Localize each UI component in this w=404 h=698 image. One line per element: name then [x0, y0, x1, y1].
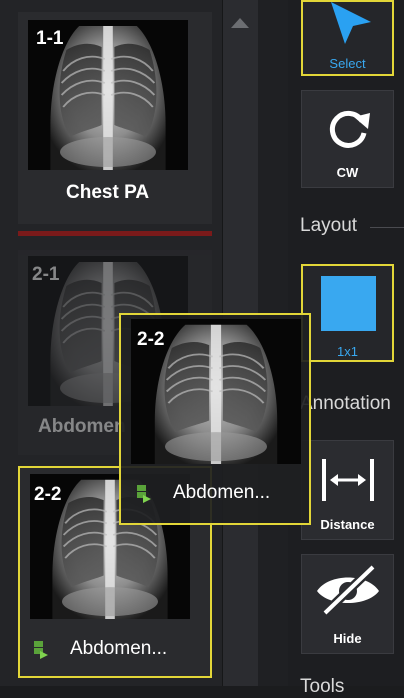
scroll-up-arrow-icon[interactable]: [231, 18, 249, 28]
select-arrow-icon: [331, 2, 371, 44]
cw-label: CW: [336, 165, 359, 180]
layout-1x1-label: 1x1: [337, 344, 358, 359]
thumbnail-1-1[interactable]: 1-1 Chest PA: [18, 12, 212, 224]
series-icon: [137, 485, 153, 503]
distance-label: Distance: [320, 517, 375, 532]
annotation-section-label: Annotation: [300, 393, 391, 414]
series-separator: [18, 231, 212, 236]
thumbnail-caption: Abdomen...: [173, 482, 271, 503]
thumbnail-caption: Chest PA: [66, 182, 150, 203]
drag-ghost-thumbnail[interactable]: 2-2 Abdomen...: [119, 313, 311, 525]
thumbnail-caption: Abdomen...: [70, 638, 168, 659]
distance-icon: [322, 459, 374, 501]
thumbnail-index: 2-2: [34, 484, 62, 505]
layout-section-label: Layout: [300, 215, 358, 236]
distance-button[interactable]: Distance: [301, 440, 394, 540]
series-icon: [34, 641, 50, 659]
thumbnail-index: 1-1: [36, 28, 64, 49]
rotate-cw-button[interactable]: CW: [301, 90, 394, 188]
section-divider: [370, 227, 404, 228]
hide-button[interactable]: Hide: [301, 554, 394, 654]
select-button[interactable]: Select: [301, 0, 394, 76]
hide-eye-icon: [317, 563, 379, 617]
select-label: Select: [329, 56, 366, 71]
thumbnail-index: 2-1: [32, 264, 60, 285]
layout-1x1-button[interactable]: 1x1: [301, 264, 394, 362]
rotate-cw-icon: [329, 110, 370, 148]
layout-1x1-icon: [321, 276, 376, 331]
tools-section-label: Tools: [300, 676, 345, 697]
thumbnail-index: 2-2: [137, 329, 165, 350]
hide-label: Hide: [333, 631, 362, 646]
